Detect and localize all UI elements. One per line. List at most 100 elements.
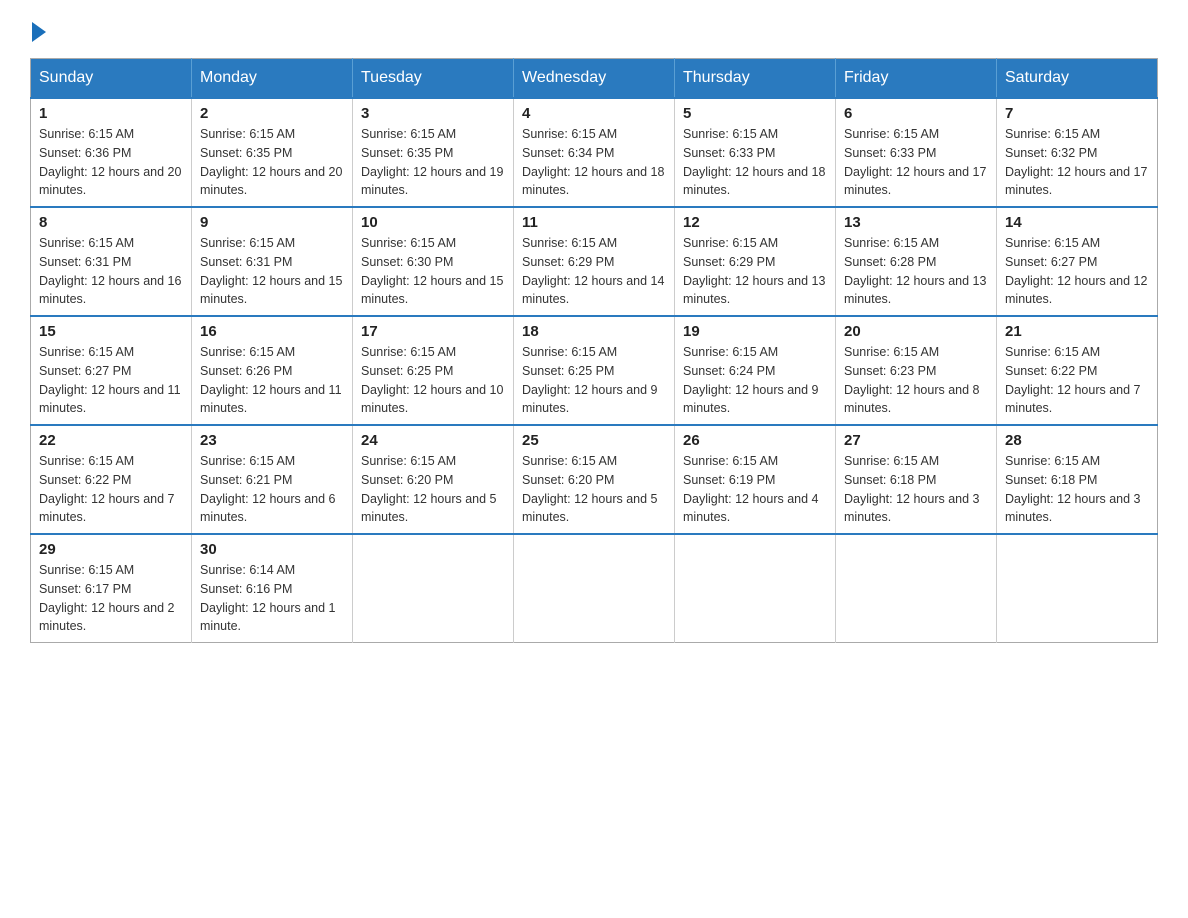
calendar-cell: 14 Sunrise: 6:15 AMSunset: 6:27 PMDayligh… [997, 207, 1158, 316]
calendar-cell: 30 Sunrise: 6:14 AMSunset: 6:16 PMDayligh… [192, 534, 353, 643]
calendar-cell [836, 534, 997, 643]
page-header [30, 20, 1158, 38]
calendar-cell: 11 Sunrise: 6:15 AMSunset: 6:29 PMDayligh… [514, 207, 675, 316]
calendar-cell: 18 Sunrise: 6:15 AMSunset: 6:25 PMDayligh… [514, 316, 675, 425]
day-info: Sunrise: 6:15 AMSunset: 6:36 PMDaylight:… [39, 125, 183, 200]
day-info: Sunrise: 6:15 AMSunset: 6:21 PMDaylight:… [200, 452, 344, 527]
weekday-header-friday: Friday [836, 59, 997, 99]
day-info: Sunrise: 6:15 AMSunset: 6:29 PMDaylight:… [522, 234, 666, 309]
calendar-cell: 6Sunrise: 6:15 AMSunset: 6:33 PMDaylight… [836, 98, 997, 207]
weekday-header-tuesday: Tuesday [353, 59, 514, 99]
calendar-cell: 17 Sunrise: 6:15 AMSunset: 6:25 PMDayligh… [353, 316, 514, 425]
day-number: 11 [522, 214, 666, 231]
day-info: Sunrise: 6:15 AMSunset: 6:23 PMDaylight:… [844, 343, 988, 418]
day-info: Sunrise: 6:15 AMSunset: 6:24 PMDaylight:… [683, 343, 827, 418]
day-info: Sunrise: 6:15 AMSunset: 6:32 PMDaylight:… [1005, 125, 1149, 200]
weekday-header-saturday: Saturday [997, 59, 1158, 99]
calendar-cell: 5 Sunrise: 6:15 AMSunset: 6:33 PMDaylight… [675, 98, 836, 207]
day-info: Sunrise: 6:15 AMSunset: 6:25 PMDaylight:… [522, 343, 666, 418]
day-number: 2 [200, 105, 344, 122]
day-number: 26 [683, 432, 827, 449]
day-number: 13 [844, 214, 988, 231]
calendar-cell: 3 Sunrise: 6:15 AMSunset: 6:35 PMDaylight… [353, 98, 514, 207]
day-number: 27 [844, 432, 988, 449]
day-info: Sunrise: 6:15 AMSunset: 6:17 PMDaylight:… [39, 561, 183, 636]
calendar-cell: 20 Sunrise: 6:15 AMSunset: 6:23 PMDayligh… [836, 316, 997, 425]
day-number: 12 [683, 214, 827, 231]
calendar-cell: 4 Sunrise: 6:15 AMSunset: 6:34 PMDaylight… [514, 98, 675, 207]
calendar-cell: 15 Sunrise: 6:15 AMSunset: 6:27 PMDayligh… [31, 316, 192, 425]
calendar-cell: 8Sunrise: 6:15 AMSunset: 6:31 PMDaylight… [31, 207, 192, 316]
calendar-cell [997, 534, 1158, 643]
day-number: 22 [39, 432, 183, 449]
day-info: Sunrise: 6:15 AMSunset: 6:20 PMDaylight:… [361, 452, 505, 527]
day-info: Sunrise: 6:15 AMSunset: 6:25 PMDaylight:… [361, 343, 505, 418]
day-info: Sunrise: 6:14 AMSunset: 6:16 PMDaylight:… [200, 561, 344, 636]
day-info: Sunrise: 6:15 AMSunset: 6:22 PMDaylight:… [39, 452, 183, 527]
calendar-cell: 10 Sunrise: 6:15 AMSunset: 6:30 PMDayligh… [353, 207, 514, 316]
day-info: Sunrise: 6:15 AMSunset: 6:26 PMDaylight:… [200, 343, 344, 418]
day-info: Sunrise: 6:15 AMSunset: 6:34 PMDaylight:… [522, 125, 666, 200]
calendar-cell: 13 Sunrise: 6:15 AMSunset: 6:28 PMDayligh… [836, 207, 997, 316]
day-info: Sunrise: 6:15 AMSunset: 6:27 PMDaylight:… [39, 343, 183, 418]
day-info: Sunrise: 6:15 AMSunset: 6:28 PMDaylight:… [844, 234, 988, 309]
day-number: 1 [39, 105, 183, 122]
day-info: Sunrise: 6:15 AMSunset: 6:27 PMDaylight:… [1005, 234, 1149, 309]
day-number: 9 [200, 214, 344, 231]
day-number: 10 [361, 214, 505, 231]
calendar-cell: 19 Sunrise: 6:15 AMSunset: 6:24 PMDayligh… [675, 316, 836, 425]
calendar-cell: 28Sunrise: 6:15 AMSunset: 6:18 PMDayligh… [997, 425, 1158, 534]
day-number: 20 [844, 323, 988, 340]
calendar-week-2: 8Sunrise: 6:15 AMSunset: 6:31 PMDaylight… [31, 207, 1158, 316]
day-info: Sunrise: 6:15 AMSunset: 6:18 PMDaylight:… [844, 452, 988, 527]
day-number: 4 [522, 105, 666, 122]
day-number: 17 [361, 323, 505, 340]
day-info: Sunrise: 6:15 AMSunset: 6:22 PMDaylight:… [1005, 343, 1149, 418]
day-info: Sunrise: 6:15 AMSunset: 6:19 PMDaylight:… [683, 452, 827, 527]
day-info: Sunrise: 6:15 AMSunset: 6:20 PMDaylight:… [522, 452, 666, 527]
day-number: 15 [39, 323, 183, 340]
calendar-cell: 26 Sunrise: 6:15 AMSunset: 6:19 PMDayligh… [675, 425, 836, 534]
calendar-week-1: 1 Sunrise: 6:15 AMSunset: 6:36 PMDaylight… [31, 98, 1158, 207]
weekday-header-monday: Monday [192, 59, 353, 99]
day-info: Sunrise: 6:15 AMSunset: 6:31 PMDaylight:… [39, 234, 183, 309]
calendar-week-4: 22 Sunrise: 6:15 AMSunset: 6:22 PMDayligh… [31, 425, 1158, 534]
day-number: 3 [361, 105, 505, 122]
day-number: 29 [39, 541, 183, 558]
day-number: 24 [361, 432, 505, 449]
calendar-cell: 27 Sunrise: 6:15 AMSunset: 6:18 PMDayligh… [836, 425, 997, 534]
calendar-table: SundayMondayTuesdayWednesdayThursdayFrid… [30, 58, 1158, 643]
day-number: 25 [522, 432, 666, 449]
calendar-cell: 24 Sunrise: 6:15 AMSunset: 6:20 PMDayligh… [353, 425, 514, 534]
calendar-cell: 29 Sunrise: 6:15 AMSunset: 6:17 PMDayligh… [31, 534, 192, 643]
day-number: 5 [683, 105, 827, 122]
day-number: 18 [522, 323, 666, 340]
day-info: Sunrise: 6:15 AMSunset: 6:31 PMDaylight:… [200, 234, 344, 309]
day-number: 21 [1005, 323, 1149, 340]
day-number: 14 [1005, 214, 1149, 231]
weekday-header-thursday: Thursday [675, 59, 836, 99]
calendar-cell: 21 Sunrise: 6:15 AMSunset: 6:22 PMDayligh… [997, 316, 1158, 425]
day-info: Sunrise: 6:15 AMSunset: 6:29 PMDaylight:… [683, 234, 827, 309]
day-info: Sunrise: 6:15 AMSunset: 6:35 PMDaylight:… [200, 125, 344, 200]
logo-arrow-icon [32, 22, 46, 42]
calendar-cell [514, 534, 675, 643]
calendar-cell [353, 534, 514, 643]
calendar-cell: 16Sunrise: 6:15 AMSunset: 6:26 PMDayligh… [192, 316, 353, 425]
weekday-header-row: SundayMondayTuesdayWednesdayThursdayFrid… [31, 59, 1158, 99]
weekday-header-sunday: Sunday [31, 59, 192, 99]
calendar-cell: 23Sunrise: 6:15 AMSunset: 6:21 PMDayligh… [192, 425, 353, 534]
calendar-cell: 2 Sunrise: 6:15 AMSunset: 6:35 PMDaylight… [192, 98, 353, 207]
weekday-header-wednesday: Wednesday [514, 59, 675, 99]
day-number: 19 [683, 323, 827, 340]
day-info: Sunrise: 6:15 AMSunset: 6:18 PMDaylight:… [1005, 452, 1149, 527]
day-info: Sunrise: 6:15 AMSunset: 6:35 PMDaylight:… [361, 125, 505, 200]
calendar-cell: 12 Sunrise: 6:15 AMSunset: 6:29 PMDayligh… [675, 207, 836, 316]
calendar-week-5: 29 Sunrise: 6:15 AMSunset: 6:17 PMDayligh… [31, 534, 1158, 643]
day-number: 7 [1005, 105, 1149, 122]
calendar-cell: 25 Sunrise: 6:15 AMSunset: 6:20 PMDayligh… [514, 425, 675, 534]
day-info: Sunrise: 6:15 AMSunset: 6:30 PMDaylight:… [361, 234, 505, 309]
day-number: 30 [200, 541, 344, 558]
calendar-cell [675, 534, 836, 643]
day-info: Sunrise: 6:15 AMSunset: 6:33 PMDaylight:… [683, 125, 827, 200]
